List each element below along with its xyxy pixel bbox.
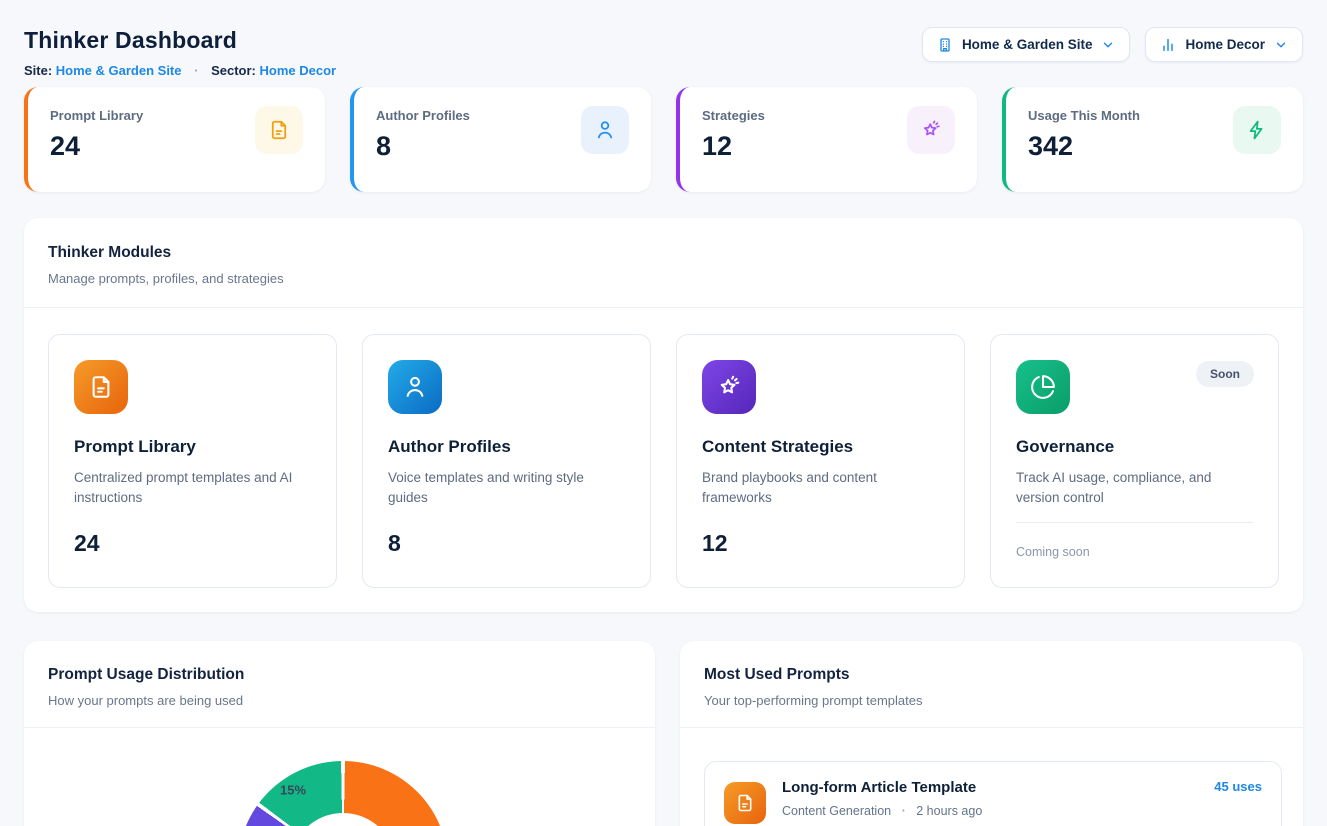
modules-grid: Prompt Library Centralized prompt templa… (24, 308, 1303, 612)
module-description: Centralized prompt templates and AI inst… (74, 468, 311, 509)
module-description: Brand playbooks and content frameworks (702, 468, 939, 509)
user-icon (388, 360, 442, 414)
module-stat: 8 (388, 530, 401, 557)
module-stat: 24 (74, 530, 100, 557)
zap-icon (1233, 106, 1281, 154)
module-stat: 12 (702, 530, 728, 557)
module-title: Prompt Library (74, 437, 311, 457)
building-icon (937, 37, 953, 53)
module-title: Governance (1016, 437, 1253, 457)
page-title: Thinker Dashboard (24, 27, 336, 54)
most-used-prompts-panel: Most Used Prompts Your top-performing pr… (680, 641, 1303, 826)
sector-link[interactable]: Home Decor (260, 63, 337, 78)
site-label: Site: (24, 63, 52, 78)
divider (1016, 522, 1253, 523)
coming-soon-text: Coming soon (1016, 545, 1090, 559)
prompt-item-meta: Content Generation · 2 hours ago (782, 804, 982, 818)
module-title: Content Strategies (702, 437, 939, 457)
prompts-panel-header: Most Used Prompts Your top-performing pr… (680, 641, 1303, 728)
title-block: Thinker Dashboard Site: Home & Garden Si… (24, 27, 336, 78)
prompt-item-time: 2 hours ago (916, 804, 982, 818)
prompts-panel-title: Most Used Prompts (704, 666, 1279, 684)
site-selector-label: Home & Garden Site (962, 37, 1093, 52)
prompt-item-text: Long-form Article Template Content Gener… (782, 779, 982, 818)
chevron-down-icon (1101, 38, 1115, 52)
site-link[interactable]: Home & Garden Site (56, 63, 182, 78)
usage-panel-title: Prompt Usage Distribution (48, 666, 631, 684)
separator-dot: · (902, 804, 906, 818)
pie-chart-icon (1016, 360, 1070, 414)
module-description: Voice templates and writing style guides (388, 468, 625, 509)
dashboard-page: Thinker Dashboard Site: Home & Garden Si… (0, 0, 1327, 826)
donut-chart: 15% (238, 761, 448, 826)
file-text-icon (255, 106, 303, 154)
prompt-usage-panel: Prompt Usage Distribution How your promp… (24, 641, 655, 826)
site-selector-button[interactable]: Home & Garden Site (922, 27, 1131, 62)
sector-selector-label: Home Decor (1185, 37, 1265, 52)
modules-subtitle: Manage prompts, profiles, and strategies (48, 271, 1279, 286)
thinker-modules-section: Thinker Modules Manage prompts, profiles… (24, 218, 1303, 612)
soon-badge: Soon (1196, 361, 1254, 387)
prompt-item-category: Content Generation (782, 804, 891, 818)
sparkle-star-icon (907, 106, 955, 154)
module-card-author-profiles[interactable]: Author Profiles Voice templates and writ… (362, 334, 651, 588)
stat-card-strategies: Strategies 12 (676, 87, 977, 192)
sparkle-star-icon (702, 360, 756, 414)
bar-chart-icon (1160, 37, 1176, 53)
stat-card-author-profiles: Author Profiles 8 (350, 87, 651, 192)
modules-title: Thinker Modules (48, 244, 1279, 262)
usage-panel-subtitle: How your prompts are being used (48, 693, 631, 708)
module-card-governance[interactable]: Soon Governance Track AI usage, complian… (990, 334, 1279, 588)
page-header: Thinker Dashboard Site: Home & Garden Si… (24, 27, 1303, 78)
sector-label: Sector: (211, 63, 256, 78)
usage-panel-header: Prompt Usage Distribution How your promp… (24, 641, 655, 728)
module-card-content-strategies[interactable]: Content Strategies Brand playbooks and c… (676, 334, 965, 588)
prompt-list-item[interactable]: Long-form Article Template Content Gener… (704, 761, 1282, 826)
prompt-item-title: Long-form Article Template (782, 779, 982, 796)
module-description: Track AI usage, compliance, and version … (1016, 468, 1253, 509)
module-card-prompt-library[interactable]: Prompt Library Centralized prompt templa… (48, 334, 337, 588)
user-icon (581, 106, 629, 154)
stat-card-prompt-library: Prompt Library 24 (24, 87, 325, 192)
file-text-icon (724, 782, 766, 824)
prompt-item-uses-badge: 45 uses (1214, 779, 1262, 794)
sector-selector-button[interactable]: Home Decor (1145, 27, 1303, 62)
donut-slice-label: 15% (280, 783, 306, 798)
file-text-icon (74, 360, 128, 414)
modules-header: Thinker Modules Manage prompts, profiles… (24, 218, 1303, 308)
breadcrumb: Site: Home & Garden Site · Sector: Home … (24, 63, 336, 78)
bottom-row: Prompt Usage Distribution How your promp… (24, 641, 1303, 826)
prompts-panel-subtitle: Your top-performing prompt templates (704, 693, 1279, 708)
stat-card-usage: Usage This Month 342 (1002, 87, 1303, 192)
stat-cards-row: Prompt Library 24 Author Profiles 8 Stra… (24, 87, 1303, 192)
chevron-down-icon (1274, 38, 1288, 52)
separator-dot: · (194, 63, 198, 78)
header-controls: Home & Garden Site Home Decor (922, 27, 1303, 62)
module-title: Author Profiles (388, 437, 625, 457)
